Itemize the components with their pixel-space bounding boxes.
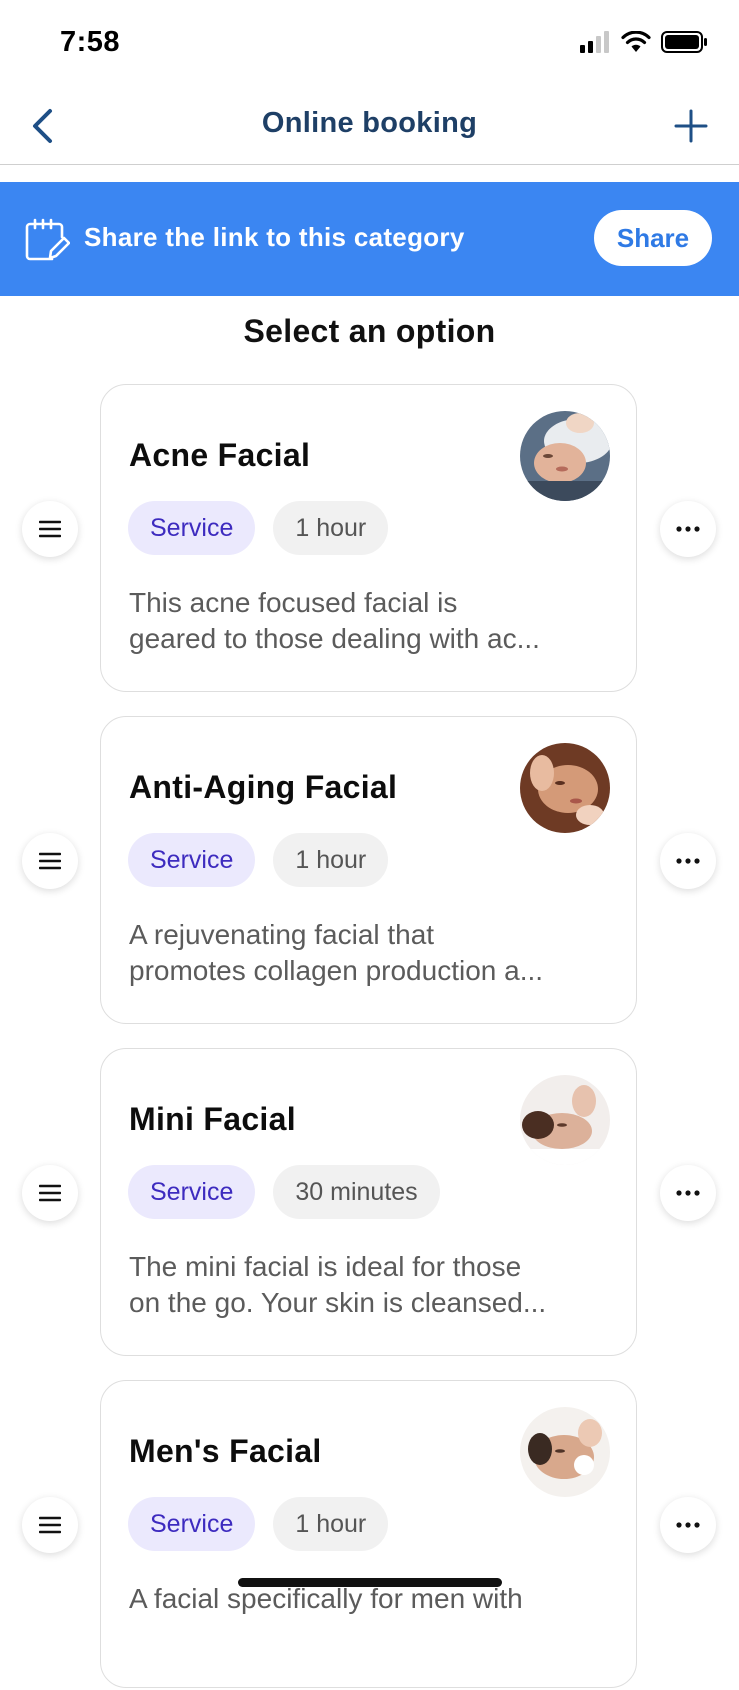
drag-handle[interactable]	[22, 833, 78, 889]
service-title: Mini Facial	[129, 1101, 296, 1137]
drag-handle[interactable]	[22, 1497, 78, 1553]
service-tags: Service 30 minutes	[128, 1165, 440, 1219]
service-type-tag: Service	[128, 1497, 256, 1551]
drag-handle-icon	[39, 852, 61, 870]
service-card[interactable]: Anti-Aging Facial Service 1 hour A rejuv…	[100, 716, 637, 1024]
more-options-button[interactable]	[660, 501, 716, 557]
service-title: Men's Facial	[129, 1433, 322, 1469]
more-horizontal-icon	[676, 1522, 700, 1528]
service-title: Acne Facial	[129, 437, 311, 473]
duration-tag: 1 hour	[273, 1497, 389, 1551]
service-title: Anti-Aging Facial	[129, 769, 398, 805]
relaxing-facial-photo	[520, 1075, 610, 1165]
duration-tag: 1 hour	[273, 833, 389, 887]
more-horizontal-icon	[676, 858, 700, 864]
service-type-tag: Service	[128, 1165, 256, 1219]
service-row: Acne Facial Service 1 hour This acne foc…	[0, 384, 739, 694]
service-list: Acne Facial Service 1 hour This acne foc…	[0, 0, 739, 1688]
service-row: Men's Facial Service 1 hour A facial spe…	[0, 1380, 739, 1690]
service-description: A rejuvenating facial that promotes coll…	[129, 917, 609, 989]
service-type-tag: Service	[128, 501, 256, 555]
more-options-button[interactable]	[660, 1165, 716, 1221]
service-description-line: on the go. Your skin is cleansed...	[129, 1287, 547, 1318]
service-row: Mini Facial Service 30 minutes The mini …	[0, 1048, 739, 1358]
service-description: The mini facial is ideal for those on th…	[129, 1249, 609, 1321]
drag-handle[interactable]	[22, 1165, 78, 1221]
drag-handle-icon	[39, 1184, 61, 1202]
service-card[interactable]: Acne Facial Service 1 hour This acne foc…	[100, 384, 637, 692]
service-row: Anti-Aging Facial Service 1 hour A rejuv…	[0, 716, 739, 1026]
service-description-line: The mini facial is ideal for those	[129, 1251, 522, 1282]
service-card[interactable]: Mini Facial Service 30 minutes The mini …	[100, 1048, 637, 1356]
service-tags: Service 1 hour	[128, 1497, 389, 1551]
service-thumbnail	[520, 411, 610, 501]
service-description-line: geared to those dealing with ac...	[129, 623, 540, 654]
duration-tag: 30 minutes	[273, 1165, 440, 1219]
facial-massage-photo	[520, 743, 610, 833]
service-tags: Service 1 hour	[128, 833, 389, 887]
drag-handle[interactable]	[22, 501, 78, 557]
more-horizontal-icon	[676, 1190, 700, 1196]
more-options-button[interactable]	[660, 1497, 716, 1553]
drag-handle-icon	[39, 520, 61, 538]
more-horizontal-icon	[676, 526, 700, 532]
service-description: This acne focused facial is geared to th…	[129, 585, 609, 657]
service-tags: Service 1 hour	[128, 501, 389, 555]
duration-tag: 1 hour	[273, 501, 389, 555]
drag-handle-icon	[39, 1516, 61, 1534]
service-thumbnail	[520, 1407, 610, 1497]
facial-treatment-photo	[520, 411, 610, 501]
service-thumbnail	[520, 743, 610, 833]
service-card[interactable]: Men's Facial Service 1 hour A facial spe…	[100, 1380, 637, 1688]
more-options-button[interactable]	[660, 833, 716, 889]
mens-facial-photo	[520, 1407, 610, 1497]
home-indicator	[238, 1578, 502, 1587]
service-thumbnail	[520, 1075, 610, 1165]
service-description-line: promotes collagen production a...	[129, 955, 544, 986]
service-description-line: A rejuvenating facial that	[129, 919, 435, 950]
service-description-line: This acne focused facial is	[129, 587, 458, 618]
service-type-tag: Service	[128, 833, 256, 887]
